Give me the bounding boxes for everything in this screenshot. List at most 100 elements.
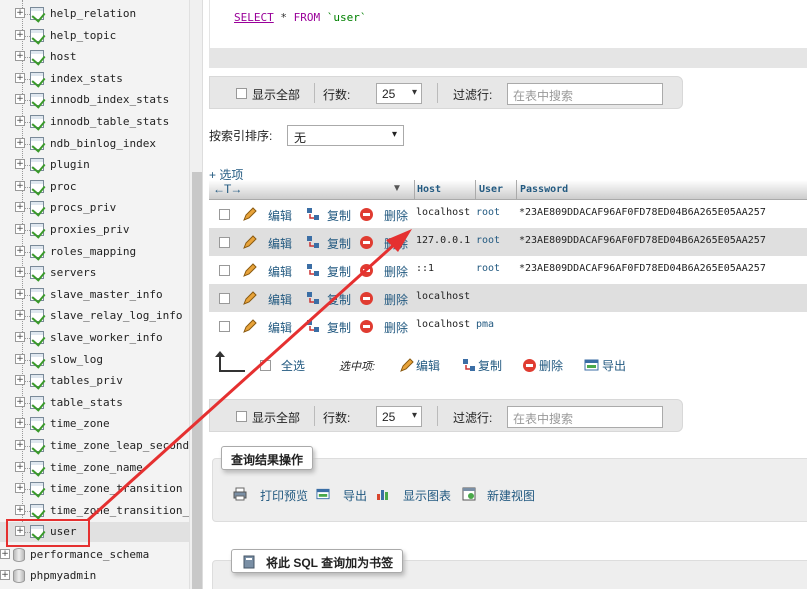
row-edit-link[interactable]: 编辑 [268,319,292,336]
nav-table-table-stats[interactable]: + table_stats [0,393,190,413]
table-icon[interactable] [30,136,44,150]
expand-icon[interactable]: + [15,202,25,213]
nav-table-name[interactable]: time_zone_leap_second [50,439,189,452]
expand-icon[interactable]: + [15,180,25,191]
nav-table-slow-log[interactable]: + slow_log [0,350,190,370]
nav-table-procs-priv[interactable]: + procs_priv [0,198,190,218]
nav-database-performance-schema[interactable]: + performance_schema [0,545,190,565]
nav-table-proxies-priv[interactable]: + proxies_priv [0,220,190,240]
nav-table-time-zone-transition[interactable]: + time_zone_transition [0,479,190,499]
expand-icon[interactable]: + [15,353,25,364]
chart-icon[interactable] [376,487,390,501]
table-icon[interactable] [30,439,44,452]
nav-table-slave-relay-log-info[interactable]: + slave_relay_log_info [0,306,190,326]
expand-icon[interactable]: + [15,288,25,299]
filter-input[interactable]: 在表中搜索 [507,406,663,428]
row-copy-link[interactable]: 复制 [327,235,351,252]
nav-database-name[interactable]: phpmyadmin [30,569,96,582]
nav-table-name[interactable]: proc [50,180,77,193]
table-icon[interactable] [30,266,44,280]
expand-icon[interactable]: + [15,461,25,472]
expand-icon[interactable]: + [15,332,25,342]
row-edit-link[interactable]: 编辑 [268,207,292,224]
copy-icon[interactable] [306,207,320,221]
expand-icon[interactable]: + [15,440,25,450]
with-selected-edit[interactable]: 编辑 [416,357,440,374]
table-icon[interactable] [30,374,44,388]
expand-icon[interactable]: + [15,396,25,407]
row-copy-link[interactable]: 复制 [327,207,351,224]
nav-table-time-zone-name[interactable]: + time_zone_name [0,458,190,478]
pencil-icon[interactable] [242,234,258,250]
expand-icon[interactable]: + [0,548,10,559]
table-icon[interactable] [30,28,44,42]
row-checkbox[interactable] [219,265,230,276]
nav-scrollbar[interactable] [189,0,202,589]
nav-table-plugin[interactable]: + plugin [0,155,190,175]
expand-icon[interactable]: + [0,570,10,581]
with-selected-delete[interactable]: 删除 [539,357,563,374]
nav-table-name[interactable]: slave_master_info [50,288,163,301]
table-icon[interactable] [30,331,44,344]
nav-table-name[interactable]: servers [50,266,96,279]
row-edit-link[interactable]: 编辑 [268,291,292,308]
nav-table-help-relation[interactable]: + help_relation [0,4,190,24]
nav-table-name[interactable]: ndb_binlog_index [50,137,156,150]
nav-table-name[interactable]: help_relation [50,7,136,20]
create-view-link[interactable]: 新建视图 [487,487,535,504]
row-delete-link[interactable]: 删除 [384,291,408,308]
nav-table-innodb-table-stats[interactable]: + innodb_table_stats [0,112,190,132]
copy-icon[interactable] [306,235,320,249]
copy-icon[interactable] [306,291,320,305]
column-header-password[interactable]: Password [520,184,568,195]
nav-table-name[interactable]: time_zone_transition_type [50,504,190,517]
display-chart-link[interactable]: 显示图表 [403,487,451,504]
print-view-link[interactable]: 打印预览 [260,487,308,504]
delete-icon[interactable] [360,208,373,221]
sql-keyword-from[interactable]: FROM [294,11,321,24]
table-icon[interactable] [30,309,44,323]
nav-table-ndb-binlog-index[interactable]: + ndb_binlog_index [0,134,190,154]
expand-icon[interactable]: + [15,72,25,83]
nav-table-name[interactable]: roles_mapping [50,245,136,258]
row-checkbox[interactable] [219,209,230,220]
table-icon[interactable] [30,395,44,409]
pencil-icon[interactable] [242,318,258,334]
row-checkbox[interactable] [219,321,230,332]
nav-table-index-stats[interactable]: + index_stats [0,69,190,89]
delete-icon[interactable] [360,292,373,305]
column-header-host[interactable]: Host [417,184,441,195]
database-icon[interactable] [13,569,25,584]
filter-input[interactable]: 在表中搜索 [507,83,663,105]
create-view-icon[interactable] [462,487,476,501]
nav-table-name[interactable]: innodb_table_stats [50,115,169,128]
row-checkbox[interactable] [219,237,230,248]
table-icon[interactable] [30,7,44,20]
table-icon[interactable] [30,482,44,496]
nav-table-name[interactable]: procs_priv [50,201,116,214]
sort-by-key-select[interactable]: 无 [287,125,404,146]
show-all-checkbox[interactable] [236,411,247,422]
table-icon[interactable] [30,158,44,172]
table-icon[interactable] [30,352,44,366]
column-arrows-icon[interactable]: ←T→ [213,182,242,196]
table-icon[interactable] [30,460,44,474]
nav-table-name[interactable]: time_zone_name [50,461,143,474]
nav-table-time-zone-transition-type[interactable]: + time_zone_transition_type [0,501,190,521]
row-copy-link[interactable]: 复制 [327,263,351,280]
nav-table-time-zone[interactable]: + time_zone [0,414,190,434]
nav-table-name[interactable]: innodb_index_stats [50,93,169,106]
delete-icon[interactable] [360,236,373,249]
pencil-icon[interactable] [242,206,258,222]
copy-icon[interactable] [306,263,320,277]
nav-table-name[interactable]: plugin [50,158,90,171]
sql-keyword-select[interactable]: SELECT [234,11,274,24]
nav-table-name[interactable]: slave_relay_log_info [50,309,182,322]
with-selected-export[interactable]: 导出 [602,357,626,374]
row-delete-link[interactable]: 删除 [384,207,408,224]
check-all-checkbox[interactable] [260,360,271,371]
delete-icon[interactable] [360,320,373,333]
table-icon[interactable] [30,201,44,215]
pencil-icon[interactable] [242,290,258,306]
table-icon[interactable] [30,244,44,258]
